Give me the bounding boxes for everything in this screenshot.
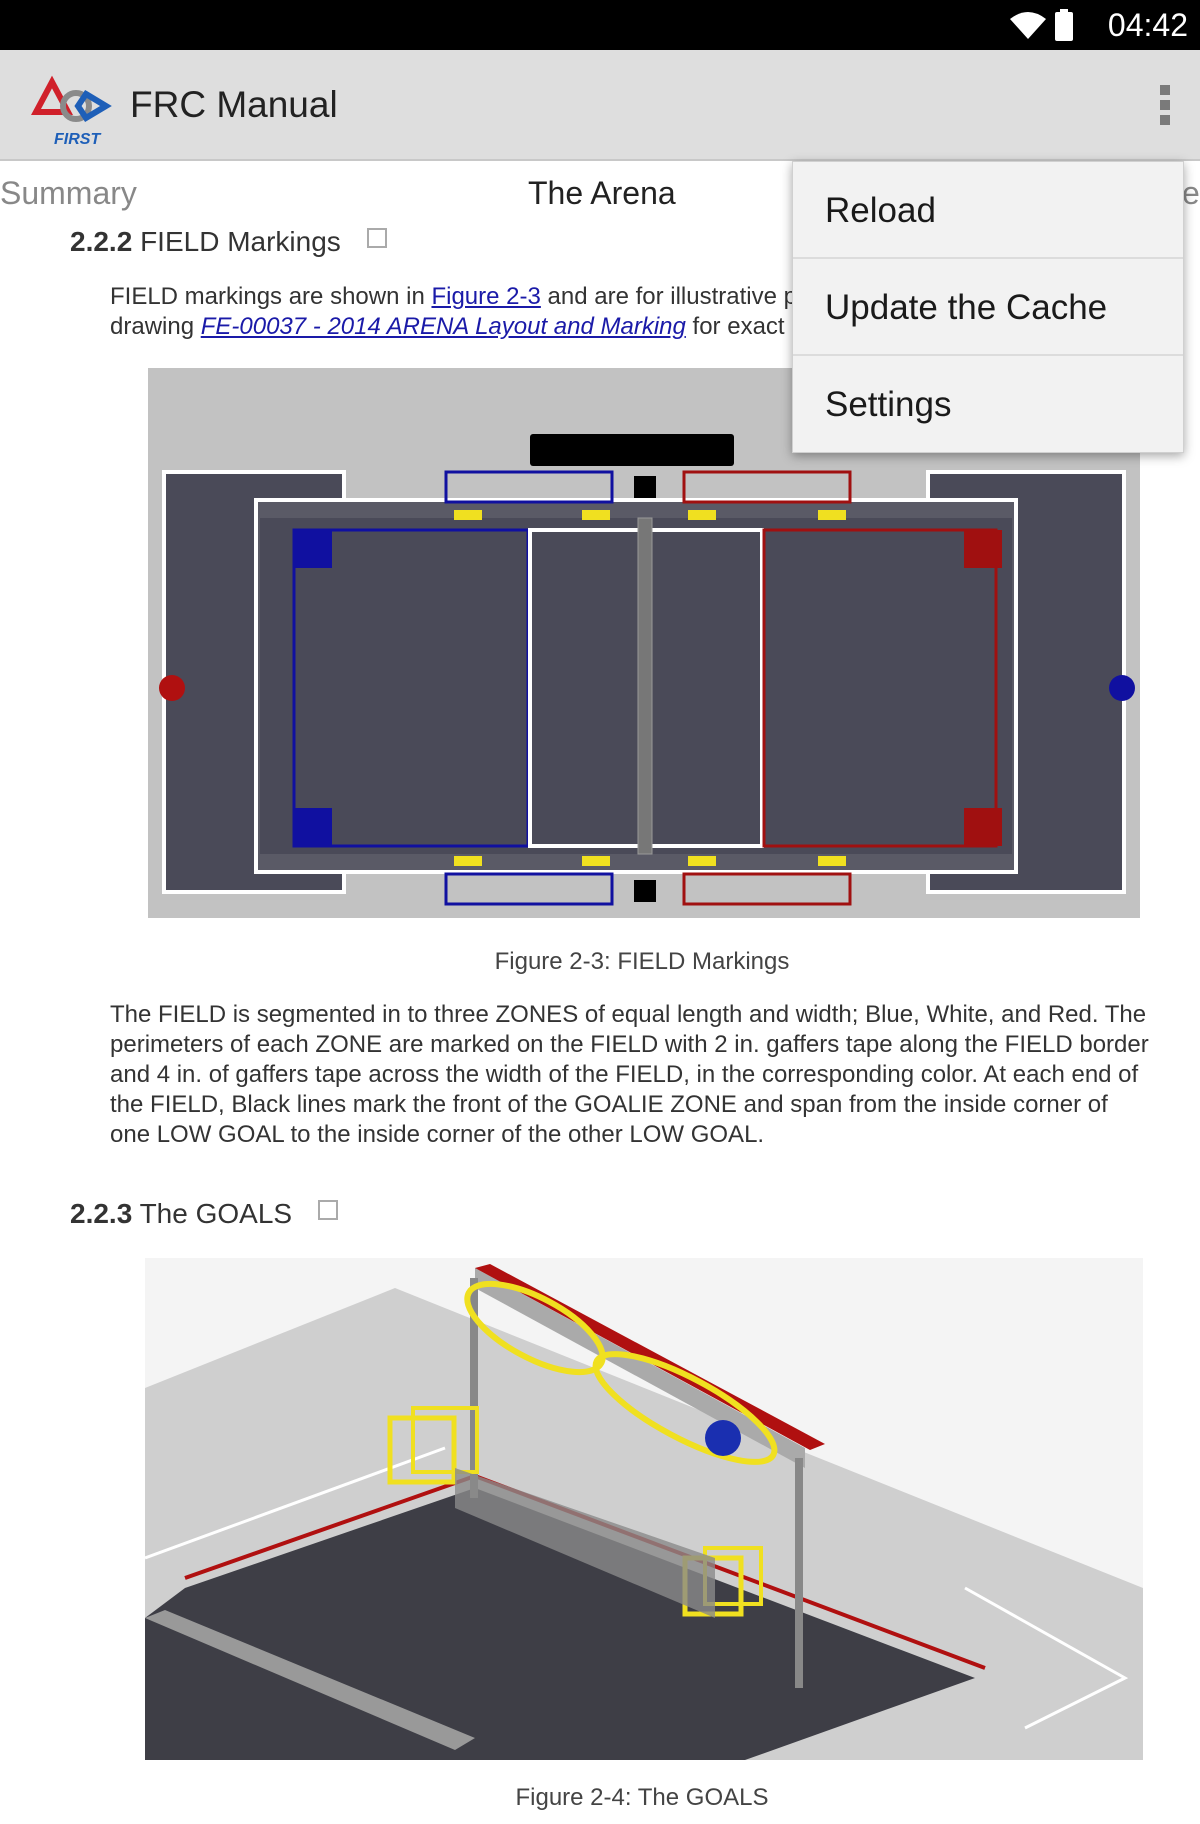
overflow-menu-icon[interactable] <box>1150 82 1180 130</box>
goals-figure <box>145 1258 1143 1760</box>
section-number: 2.2.2 <box>70 226 133 257</box>
drawing-link[interactable]: FE-00037 - 2014 ARENA Layout and Marking <box>201 313 686 340</box>
status-bar: 04:42 <box>0 0 1200 50</box>
section-heading-field-markings: 2.2.2 FIELD Markings <box>70 226 387 258</box>
figure-2-3-link[interactable]: Figure 2-3 <box>431 283 540 310</box>
field-markings-intro: FIELD markings are shown in Figure 2-3 a… <box>110 283 800 340</box>
section-title: The GOALS <box>139 1198 293 1229</box>
logo-text: FIRST <box>54 131 101 146</box>
overflow-popup-menu: Reload Update the Cache Settings <box>792 161 1184 453</box>
bookmark-checkbox[interactable] <box>317 1199 338 1220</box>
bookmark-checkbox[interactable] <box>366 227 387 248</box>
action-bar: FIRST FRC Manual <box>0 50 1200 161</box>
menu-item-settings[interactable]: Settings <box>793 356 1183 453</box>
status-time: 04:42 <box>1107 7 1188 43</box>
tab-next[interactable]: e <box>1182 175 1200 212</box>
section-number: 2.2.3 <box>70 1198 133 1229</box>
tab-summary[interactable]: Summary <box>0 175 137 212</box>
wifi-icon <box>1010 12 1046 39</box>
menu-item-update-cache[interactable]: Update the Cache <box>793 259 1183 356</box>
first-logo-icon[interactable]: FIRST <box>30 66 118 146</box>
battery-icon <box>1055 9 1073 41</box>
field-zones-paragraph: The FIELD is segmented in to three ZONES… <box>110 1001 1149 1148</box>
figure-2-4-caption: Figure 2-4: The GOALS <box>515 1784 769 1811</box>
app-title: FRC Manual <box>130 84 338 125</box>
section-title: FIELD Markings <box>140 226 341 257</box>
tab-the-arena[interactable]: The Arena <box>528 175 676 212</box>
menu-item-reload[interactable]: Reload <box>793 162 1183 259</box>
figure-2-3-caption: Figure 2-3: FIELD Markings <box>494 948 790 975</box>
section-heading-the-goals: 2.2.3 The GOALS <box>70 1198 338 1230</box>
